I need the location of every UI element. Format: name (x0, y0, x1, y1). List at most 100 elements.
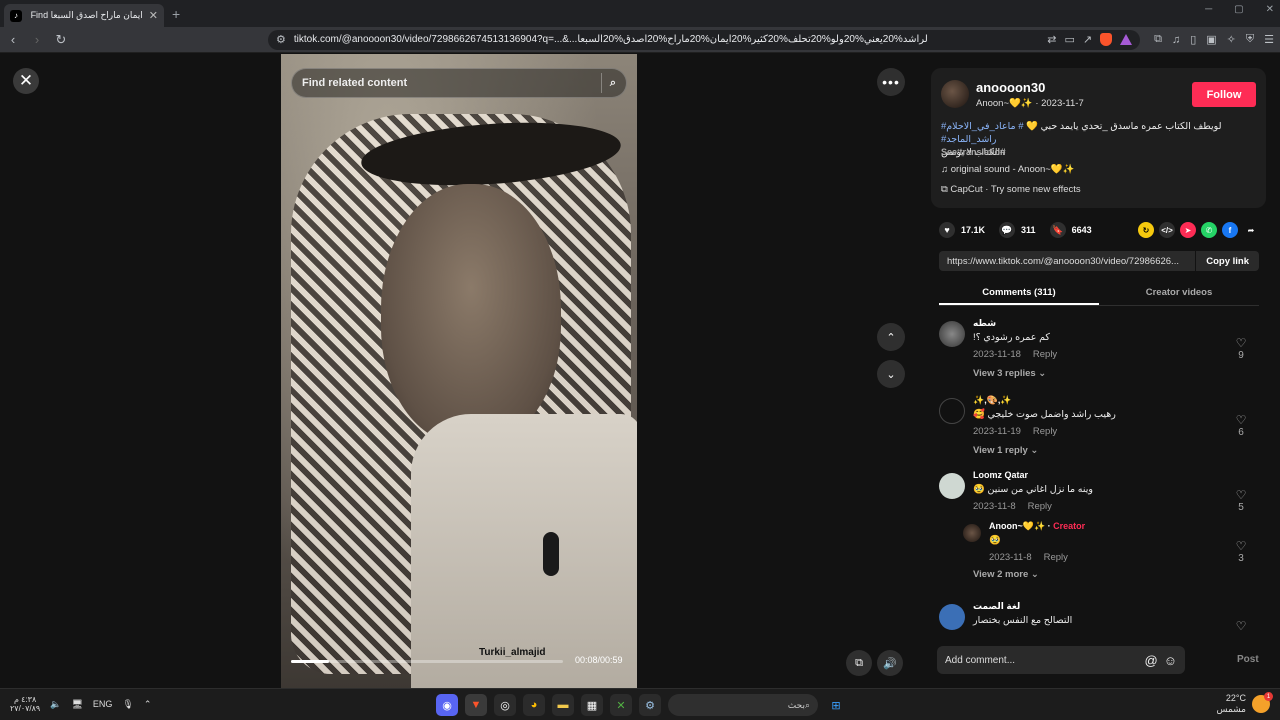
screenshot-icon[interactable]: ⧉ (1154, 33, 1162, 46)
emoji-icon[interactable]: ☺ (1164, 653, 1177, 668)
music-icon[interactable]: ♫ (1172, 34, 1180, 46)
reply-button[interactable]: Reply (1028, 501, 1052, 512)
comment-like[interactable]: ♡ (1231, 619, 1251, 630)
author-username[interactable]: anoooon30 (976, 80, 1045, 95)
caption-hashtags[interactable]: # ماعاد_في_الاحلام# راشد_الماجد# (941, 121, 1024, 145)
network-icon[interactable]: 🖥 (71, 699, 82, 710)
follow-button[interactable]: Follow (1192, 82, 1256, 107)
original-sound-link[interactable]: ♫ original sound - Anoon~💛✨ (941, 164, 1075, 175)
minimize-icon[interactable]: ─ (1205, 4, 1212, 15)
view-replies-button[interactable]: View 3 replies ⌄ (973, 368, 1046, 379)
wallet-icon[interactable]: ▣ (1206, 33, 1216, 46)
mention-icon[interactable]: @ (1145, 653, 1158, 668)
vpn-icon[interactable]: ⛨ (1246, 33, 1254, 46)
chrome-icon[interactable]: ◕ (523, 694, 545, 716)
send-icon[interactable]: ➤ (1180, 222, 1196, 238)
weather-widget[interactable]: 22°C مشمس 1 (1216, 692, 1273, 715)
comment-like[interactable]: ♡ 9 (1231, 336, 1251, 361)
browser-tab[interactable]: ♪ ايمان ماراح اصدق السبعا Find ✕ (4, 4, 164, 27)
comment-like[interactable]: ♡ 5 (1231, 488, 1251, 513)
commenter-avatar[interactable] (939, 398, 965, 424)
speaker-icon[interactable]: 🔈 (50, 699, 61, 710)
obs-icon[interactable]: ◎ (494, 694, 516, 716)
comment-action[interactable]: 💬 311 (999, 222, 1036, 238)
facebook-icon[interactable]: f (1222, 222, 1238, 238)
previous-video-button[interactable]: ⌃ (877, 323, 905, 351)
translate-icon[interactable]: ⇄ (1047, 33, 1056, 46)
commenter-avatar[interactable] (963, 524, 981, 542)
window-close-icon[interactable]: ✕ (1266, 4, 1274, 15)
commenter-avatar[interactable] (939, 321, 965, 347)
reload-icon[interactable]: ↻ (54, 32, 68, 48)
whatsapp-icon[interactable]: ✆ (1201, 222, 1217, 238)
microsoft-store-icon[interactable]: ▦ (581, 694, 603, 716)
embed-icon[interactable]: </> (1159, 222, 1175, 238)
save-action[interactable]: 🔖 6643 (1049, 222, 1092, 238)
tab-creator-videos[interactable]: Creator videos (1099, 280, 1259, 305)
menu-icon[interactable]: ☰ (1264, 33, 1274, 46)
url-field[interactable]: ⚙ tiktok.com/@anoooon30/video/7298662674… (268, 29, 1141, 50)
video-link-text[interactable]: https://www.tiktok.com/@anoooon30/video/… (947, 256, 1195, 267)
new-tab-button[interactable]: + (172, 6, 180, 22)
commenter-name[interactable]: ✨,🎨,✨ (973, 395, 1012, 406)
floating-player-button[interactable]: ⧉ (846, 650, 872, 676)
video-info-panel: anoooon30 Anoon~💛✨ · 2023-11-7 Follow لو… (917, 54, 1280, 688)
copy-link-button[interactable]: Copy link (1195, 251, 1259, 271)
commenter-name[interactable]: لغة الصمت (973, 601, 1020, 612)
windows-start-icon[interactable]: ⊞ (825, 694, 847, 716)
discord-icon[interactable]: ◉ (436, 694, 458, 716)
file-explorer-icon[interactable]: ▬ (552, 694, 574, 716)
back-icon[interactable]: ‹ (6, 32, 20, 47)
like-action[interactable]: ♥ 17.1K (939, 222, 985, 238)
brave-rewards-icon[interactable] (1120, 34, 1133, 45)
leo-ai-icon[interactable]: ✧ (1227, 33, 1236, 46)
language-indicator[interactable]: ENG (93, 699, 113, 709)
author-avatar[interactable] (941, 80, 969, 108)
brave-browser-icon[interactable]: ▼ (465, 694, 487, 716)
view-more-button[interactable]: View 2 more ⌄ (973, 569, 1039, 580)
steam-icon[interactable]: ⚙ (639, 694, 661, 716)
related-search-input[interactable]: Find related content ⌕ (291, 68, 627, 98)
comment-like[interactable]: ♡ 6 (1231, 413, 1251, 438)
clock[interactable]: ٤:٣٨ م ٢٧/٠٧/٨٩ (10, 695, 40, 713)
more-options-button[interactable]: ••• (877, 68, 905, 96)
commenter-name[interactable]: Anoon~💛✨ · (989, 521, 1051, 531)
effect-link[interactable]: ⧉ CapCut · Try some new effects (941, 184, 1081, 195)
comment-like-count: 6 (1238, 427, 1244, 438)
comment-input[interactable]: Add comment... @ ☺ (937, 646, 1185, 674)
volume-button[interactable]: 🔊 (877, 650, 903, 676)
tab-comments[interactable]: Comments (311) (939, 280, 1099, 305)
share-icon[interactable]: ↗ (1083, 33, 1092, 46)
comment-like[interactable]: ♡ 3 (1231, 539, 1251, 564)
microphone-icon[interactable]: 🎙 (122, 699, 133, 710)
commenter-name[interactable]: Loomz Qatar (973, 470, 1028, 480)
site-settings-icon[interactable]: ⚙ (276, 33, 286, 46)
video-progress-bar[interactable] (291, 660, 563, 663)
commenter-name[interactable]: شطه (973, 318, 996, 329)
next-video-button[interactable]: ⌄ (877, 360, 905, 388)
view-replies-button[interactable]: View 1 reply ⌄ (973, 445, 1038, 456)
repost-icon[interactable]: ↻ (1138, 222, 1154, 238)
more-share-icon[interactable]: ➦ (1243, 222, 1259, 238)
sidebar-icon[interactable]: ▯ (1190, 33, 1196, 46)
xbox-icon[interactable]: ✕ (610, 694, 632, 716)
video-player[interactable]: Find related content ⌕ Turkii_almajid 00… (281, 54, 637, 688)
heart-outline-icon: ♡ (1235, 619, 1247, 630)
taskbar-search[interactable]: ⌕ بحث (668, 694, 818, 716)
post-button[interactable]: Post (1237, 654, 1259, 665)
reply-button[interactable]: Reply (1033, 426, 1057, 437)
commenter-avatar[interactable] (939, 604, 965, 630)
reply-button[interactable]: Reply (1033, 349, 1057, 360)
close-video-button[interactable]: ✕ (13, 68, 39, 94)
cast-icon[interactable]: ▭ (1064, 33, 1074, 46)
see-translation-link[interactable]: See translation (941, 147, 1006, 157)
maximize-icon[interactable]: ▢ (1234, 4, 1243, 15)
brave-shields-icon[interactable] (1100, 33, 1113, 46)
commenter-avatar[interactable] (939, 473, 965, 499)
tab-close-icon[interactable]: ✕ (149, 9, 158, 22)
search-icon[interactable]: ⌕ (610, 77, 616, 90)
forward-icon[interactable]: › (30, 32, 44, 47)
reply-button[interactable]: Reply (1044, 552, 1068, 563)
tray-expand-icon[interactable]: ⌃ (144, 699, 152, 710)
search-divider (600, 73, 602, 93)
